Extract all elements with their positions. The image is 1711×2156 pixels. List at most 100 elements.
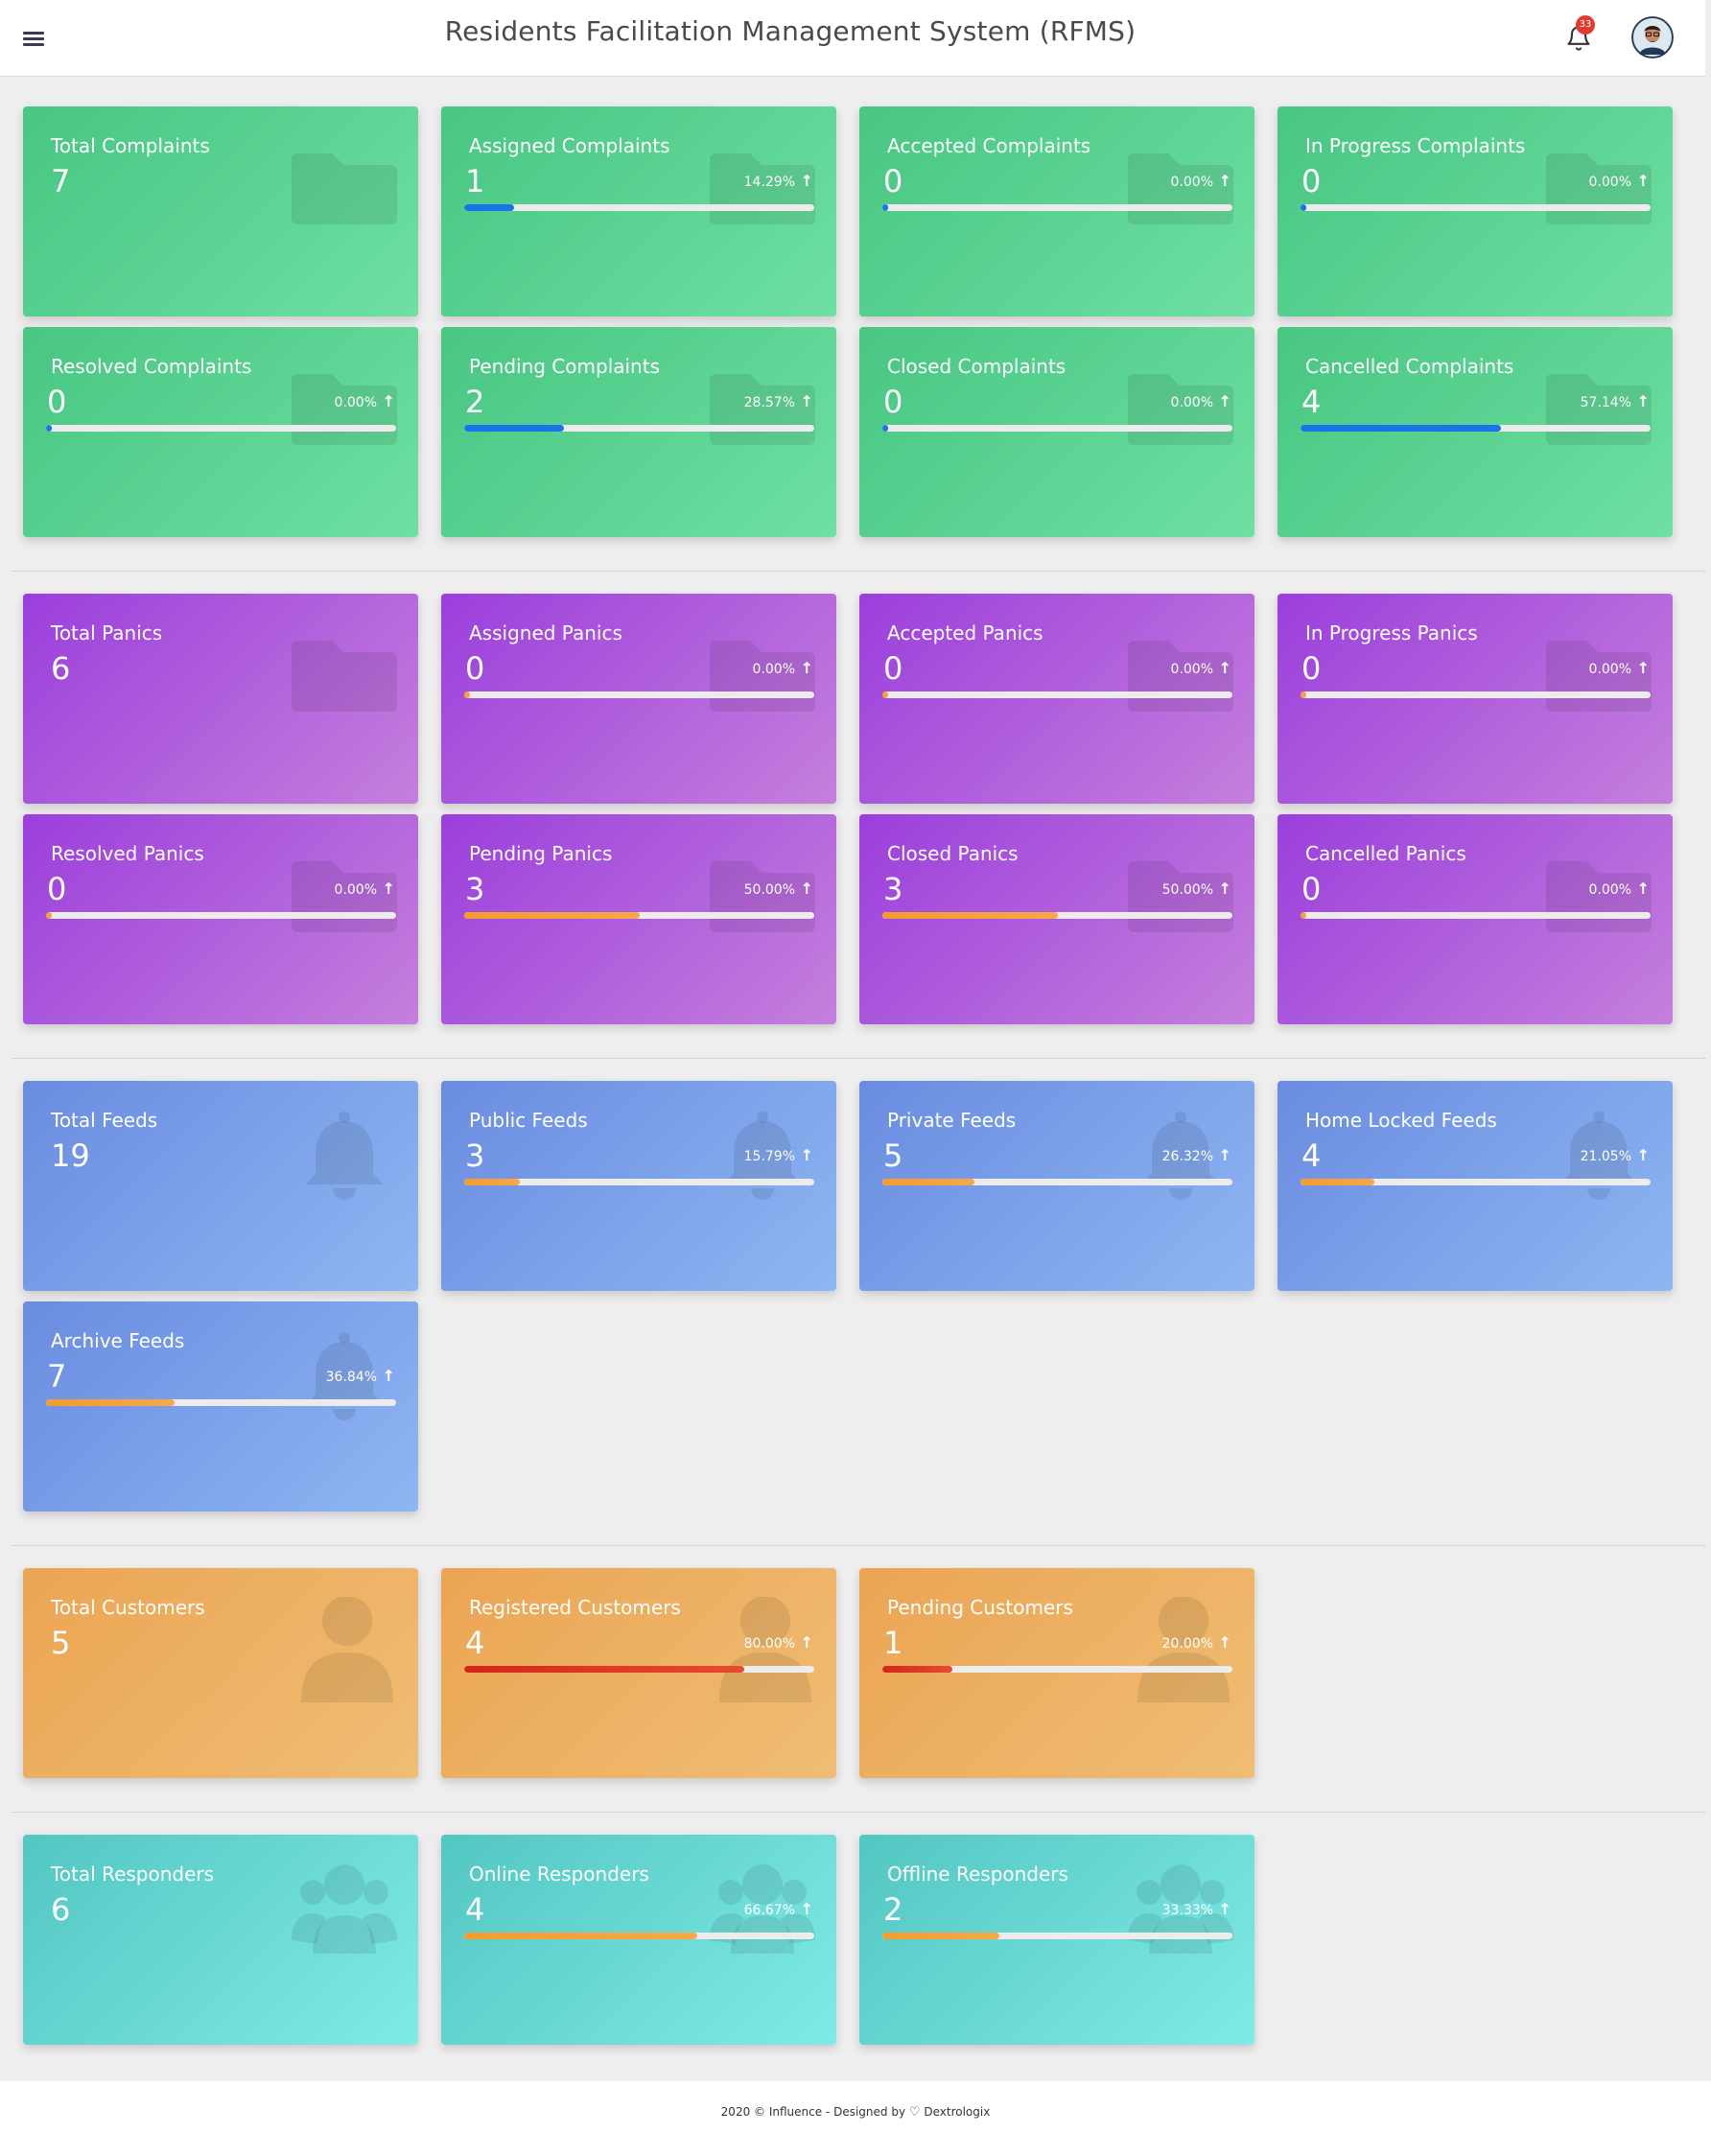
stat-card-title: In Progress Complaints xyxy=(1305,134,1526,157)
stat-card-title: Assigned Panics xyxy=(469,621,622,644)
stat-card-progress-bar xyxy=(882,912,1232,919)
arrow-up-icon: ↑ xyxy=(1631,659,1650,677)
progress-fill xyxy=(882,1933,999,1939)
stat-card-private-feeds[interactable]: Private Feeds 5 26.32% ↑ xyxy=(859,1081,1254,1291)
stat-card-offline-responders[interactable]: Offline Responders 2 33.33% ↑ xyxy=(859,1835,1254,2045)
stat-card-accepted-complaints[interactable]: Accepted Complaints 0 0.00% ↑ xyxy=(859,106,1254,316)
stat-card-title: Total Feeds xyxy=(51,1109,158,1132)
stat-card-percent: 21.05% ↑ xyxy=(1581,1146,1650,1164)
stat-card-percent: 15.79% ↑ xyxy=(744,1146,813,1164)
stat-card-value: 1 xyxy=(465,163,485,199)
stat-card-title: Registered Customers xyxy=(469,1596,681,1619)
section-divider xyxy=(12,1545,1705,1546)
stat-card-resolved-complaints[interactable]: Resolved Complaints 0 0.00% ↑ xyxy=(23,327,418,537)
stat-card-public-feeds[interactable]: Public Feeds 3 15.79% ↑ xyxy=(441,1081,836,1291)
stat-card-percent: 28.57% ↑ xyxy=(744,392,813,410)
stat-card-value: 2 xyxy=(883,1891,903,1928)
arrow-up-icon: ↑ xyxy=(1213,172,1231,190)
progress-fill xyxy=(882,691,888,698)
stat-card-progress-bar xyxy=(464,425,814,432)
stat-card-title: Private Feeds xyxy=(887,1109,1017,1132)
stat-card-percent: 50.00% ↑ xyxy=(1162,879,1231,898)
progress-fill xyxy=(882,425,888,432)
stat-card-title: Public Feeds xyxy=(469,1109,588,1132)
stat-card-percent: 33.33% ↑ xyxy=(1162,1900,1231,1918)
stat-card-title: Assigned Complaints xyxy=(469,134,670,157)
arrow-up-icon: ↑ xyxy=(1213,1900,1231,1918)
stat-card-progress-bar xyxy=(464,1933,814,1939)
stat-card-registered-customers[interactable]: Registered Customers 4 80.00% ↑ xyxy=(441,1568,836,1778)
arrow-up-icon: ↑ xyxy=(1213,879,1231,898)
stat-card-total-customers[interactable]: Total Customers 5 xyxy=(23,1568,418,1778)
stat-card-title: Total Complaints xyxy=(51,134,210,157)
stat-card-assigned-panics[interactable]: Assigned Panics 0 0.00% ↑ xyxy=(441,594,836,804)
arrow-up-icon: ↑ xyxy=(1213,1146,1231,1164)
footer: 2020 © Influence - Designed by ♡ Dextrol… xyxy=(0,2081,1711,2156)
stat-card-title: Cancelled Complaints xyxy=(1305,355,1514,378)
stat-card-title: Pending Customers xyxy=(887,1596,1073,1619)
stat-card-total-panics[interactable]: Total Panics 6 xyxy=(23,594,418,804)
stat-card-percent-value: 15.79% xyxy=(743,1149,796,1164)
folder-icon xyxy=(292,622,397,728)
stat-card-title: Archive Feeds xyxy=(51,1329,185,1352)
stat-card-title: Offline Responders xyxy=(887,1863,1068,1886)
stat-card-percent: 0.00% ↑ xyxy=(335,879,395,898)
stat-card-progress-bar xyxy=(882,425,1232,432)
stat-card-progress-bar xyxy=(1301,1179,1651,1185)
stat-card-assigned-complaints[interactable]: Assigned Complaints 1 14.29% ↑ xyxy=(441,106,836,316)
stat-card-archive-feeds[interactable]: Archive Feeds 7 36.84% ↑ xyxy=(23,1301,418,1512)
stat-card-percent: 20.00% ↑ xyxy=(1162,1633,1231,1652)
progress-fill xyxy=(464,425,565,432)
stat-card-value: 19 xyxy=(51,1137,90,1174)
stat-card-title: Total Panics xyxy=(51,621,163,644)
stat-card-total-responders[interactable]: Total Responders 6 xyxy=(23,1835,418,2045)
section-divider xyxy=(12,571,1705,572)
notification-count-badge: 33 xyxy=(1576,15,1595,35)
stat-card-title: Closed Complaints xyxy=(887,355,1066,378)
top-navbar: Residents Facilitation Management System… xyxy=(0,0,1705,77)
stat-card-closed-complaints[interactable]: Closed Complaints 0 0.00% ↑ xyxy=(859,327,1254,537)
user-avatar[interactable] xyxy=(1631,16,1674,59)
stat-card-resolved-panics[interactable]: Resolved Panics 0 0.00% ↑ xyxy=(23,814,418,1024)
stat-card-total-complaints[interactable]: Total Complaints 7 xyxy=(23,106,418,316)
progress-fill xyxy=(882,912,1058,919)
stat-card-percent-value: 0.00% xyxy=(334,882,378,898)
progress-fill xyxy=(464,691,470,698)
stat-card-percent: 0.00% ↑ xyxy=(1171,392,1231,410)
stat-card-title: Home Locked Feeds xyxy=(1305,1109,1497,1132)
stat-card-accepted-panics[interactable]: Accepted Panics 0 0.00% ↑ xyxy=(859,594,1254,804)
stat-card-percent: 0.00% ↑ xyxy=(335,392,395,410)
stat-card-pending-complaints[interactable]: Pending Complaints 2 28.57% ↑ xyxy=(441,327,836,537)
stat-card-percent-value: 80.00% xyxy=(743,1636,796,1652)
stat-card-title: Online Responders xyxy=(469,1863,649,1886)
stat-card-home-locked-feeds[interactable]: Home Locked Feeds 4 21.05% ↑ xyxy=(1277,1081,1673,1291)
arrow-up-icon: ↑ xyxy=(1213,1633,1231,1652)
stat-card-percent: 0.00% ↑ xyxy=(1589,659,1650,677)
stat-card-progress-bar xyxy=(46,425,396,432)
stat-card-value: 3 xyxy=(465,871,485,907)
stat-card-title: Resolved Panics xyxy=(51,842,204,865)
stat-card-in-progress-complaints[interactable]: In Progress Complaints 0 0.00% ↑ xyxy=(1277,106,1673,316)
stat-card-cancelled-panics[interactable]: Cancelled Panics 0 0.00% ↑ xyxy=(1277,814,1673,1024)
stat-card-pending-panics[interactable]: Pending Panics 3 50.00% ↑ xyxy=(441,814,836,1024)
stat-card-value: 0 xyxy=(1301,163,1322,199)
stat-card-percent: 36.84% ↑ xyxy=(326,1367,395,1385)
stat-card-in-progress-panics[interactable]: In Progress Panics 0 0.00% ↑ xyxy=(1277,594,1673,804)
stat-card-percent: 0.00% ↑ xyxy=(1589,879,1650,898)
stat-card-progress-bar xyxy=(464,691,814,698)
stat-card-closed-panics[interactable]: Closed Panics 3 50.00% ↑ xyxy=(859,814,1254,1024)
footer-brand[interactable]: Dextrologix xyxy=(924,2105,990,2119)
stat-card-value: 5 xyxy=(51,1625,71,1661)
stat-card-value: 4 xyxy=(1301,384,1322,420)
arrow-up-icon: ↑ xyxy=(795,392,813,410)
stat-card-total-feeds[interactable]: Total Feeds 19 xyxy=(23,1081,418,1291)
stat-card-progress-bar xyxy=(1301,691,1651,698)
stat-card-pending-customers[interactable]: Pending Customers 1 20.00% ↑ xyxy=(859,1568,1254,1778)
stat-card-percent-value: 33.33% xyxy=(1161,1903,1214,1918)
stat-card-cancelled-complaints[interactable]: Cancelled Complaints 4 57.14% ↑ xyxy=(1277,327,1673,537)
stat-card-title: Closed Panics xyxy=(887,842,1019,865)
footer-copyright: 2020 © Influence - Designed by xyxy=(720,2105,906,2119)
stat-card-percent: 0.00% ↑ xyxy=(1589,172,1650,190)
bell-icon xyxy=(292,1110,397,1215)
stat-card-online-responders[interactable]: Online Responders 4 66.67% ↑ xyxy=(441,1835,836,2045)
